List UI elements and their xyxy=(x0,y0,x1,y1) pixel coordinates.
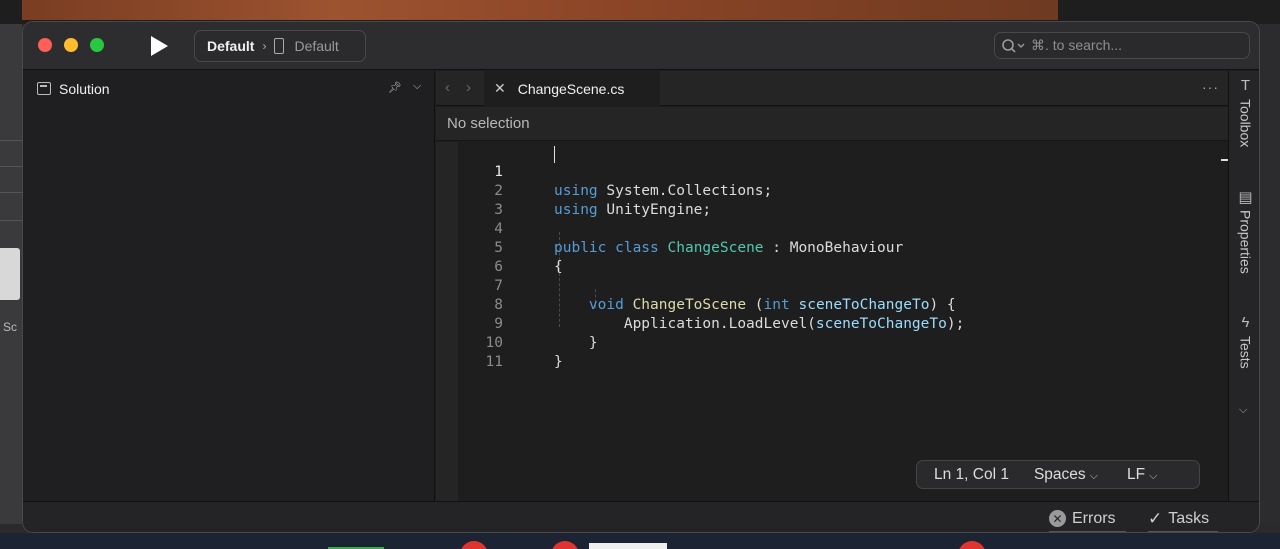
code-line: 10 } xyxy=(458,315,1228,370)
indentation-selector[interactable]: Spaces ⌵ xyxy=(1034,466,1098,484)
checkmark-icon: ✓ xyxy=(1148,508,1163,528)
dock xyxy=(0,533,1280,549)
tests-pad-tab[interactable]: ϟ Tests xyxy=(1229,314,1259,369)
tab-underline xyxy=(1049,531,1126,532)
properties-icon: ▤ xyxy=(1238,189,1253,206)
properties-pad-tab[interactable]: ▤ Properties xyxy=(1229,188,1259,274)
search-placeholder: ⌘. to search... xyxy=(1031,37,1123,53)
path-bar-text: No selection xyxy=(447,115,530,132)
code-line: 8 Application.LoadLevel(sceneToChangeTo)… xyxy=(458,277,1228,332)
background-window-right xyxy=(1260,24,1280,524)
error-icon: ✕ xyxy=(1049,510,1066,527)
code-line: 7 void ChangeToScene (int sceneToChangeT… xyxy=(458,258,1228,313)
code-line: 1 using System.Collections; xyxy=(458,144,1228,199)
navigate-back-icon[interactable]: ‹ xyxy=(445,79,450,96)
search-icon xyxy=(1002,38,1025,53)
solution-pad-header: Solution 📌︎ ⌵ xyxy=(23,71,434,106)
code-line: 11 xyxy=(458,334,1228,370)
background-panel xyxy=(0,248,20,300)
dock-app-icon[interactable] xyxy=(460,541,488,549)
zoom-window-button[interactable] xyxy=(90,38,104,52)
errors-pad-tab[interactable]: ✕ Errors xyxy=(1049,502,1126,532)
solution-icon xyxy=(37,82,51,95)
editor-tab-bar: ‹ › ✕ ChangeScene.cs ··· xyxy=(436,71,1228,106)
chevron-down-icon: ⌵ xyxy=(1089,469,1099,482)
code-line: 5 { xyxy=(458,220,1228,275)
titlebar: Default › Default ⌘. to search... xyxy=(23,22,1259,70)
close-window-button[interactable] xyxy=(38,38,52,52)
background-text-fragment: Sc xyxy=(3,320,18,334)
configuration-label: Default xyxy=(207,38,255,54)
tasks-pad-tab[interactable]: ✓ Tasks xyxy=(1148,502,1218,532)
editor-tab-changescene[interactable]: ✕ ChangeScene.cs xyxy=(484,71,660,106)
cursor-position[interactable]: Ln 1, Col 1 xyxy=(934,466,1009,484)
dock-app-icon[interactable] xyxy=(589,543,667,549)
tests-label: Tests xyxy=(1237,336,1254,369)
solution-pad-title: Solution xyxy=(59,80,110,97)
close-tab-icon[interactable]: ✕ xyxy=(494,80,506,97)
code-line: 2 using UnityEngine; xyxy=(458,163,1228,218)
line-number: 11 xyxy=(485,354,503,370)
chevron-right-icon: › xyxy=(262,39,267,53)
ide-window: Default › Default ⌘. to search... Soluti… xyxy=(22,21,1260,533)
editor-status-pill: Ln 1, Col 1 Spaces ⌵ LF ⌵ xyxy=(916,460,1200,489)
chevron-down-icon[interactable]: ⌵ xyxy=(1239,404,1247,417)
editor-gutter xyxy=(436,142,458,501)
dock-app-icon[interactable] xyxy=(958,541,986,549)
run-button[interactable] xyxy=(149,35,169,57)
code-line: 3 xyxy=(458,182,1228,218)
toolbox-label: Toolbox xyxy=(1237,99,1254,148)
tab-label: ChangeScene.cs xyxy=(517,80,625,97)
code-line: 9 } xyxy=(458,296,1228,351)
bottom-pad-bar: ✕ Errors ✓ Tasks xyxy=(23,501,1259,532)
tests-icon: ϟ xyxy=(1241,314,1250,331)
code-text-area[interactable]: 1 using System.Collections; 2 using Unit… xyxy=(458,142,1229,501)
chevron-down-icon[interactable]: ⌵ xyxy=(413,80,421,93)
tab-underline xyxy=(1148,531,1218,532)
play-icon xyxy=(151,36,168,56)
code-line: 6 xyxy=(458,239,1228,275)
path-bar[interactable]: No selection xyxy=(436,107,1228,141)
search-field[interactable]: ⌘. to search... xyxy=(994,32,1250,59)
minimize-window-button[interactable] xyxy=(64,38,78,52)
run-configuration-selector[interactable]: Default › Default xyxy=(194,30,366,62)
toolbox-icon: T xyxy=(1240,77,1251,94)
dock-app-icon[interactable] xyxy=(551,541,579,549)
desktop-wallpaper xyxy=(22,0,1058,20)
code-text: } xyxy=(554,354,563,370)
pin-icon[interactable]: 📌︎ xyxy=(388,81,402,94)
chevron-down-icon: ⌵ xyxy=(1149,469,1158,482)
device-icon xyxy=(274,38,285,54)
right-pad-dock: T Toolbox ▤ Properties ϟ Tests ⌵ xyxy=(1228,71,1259,501)
navigate-forward-icon[interactable]: › xyxy=(466,79,471,96)
properties-label: Properties xyxy=(1237,210,1254,274)
code-line: 4 public class ChangeScene : MonoBehavio… xyxy=(458,201,1228,256)
toolbox-pad-tab[interactable]: T Toolbox xyxy=(1229,77,1259,148)
code-editor: ‹ › ✕ ChangeScene.cs ··· No selection 1 … xyxy=(436,71,1229,501)
line-ending-selector[interactable]: LF ⌵ xyxy=(1127,466,1157,484)
line-ending-label: LF xyxy=(1127,465,1146,483)
tasks-label: Tasks xyxy=(1168,509,1210,527)
background-window-left: Sc xyxy=(0,24,22,524)
indentation-label: Spaces xyxy=(1033,465,1086,483)
device-label: Default xyxy=(294,38,339,54)
errors-label: Errors xyxy=(1072,509,1116,527)
more-options-icon[interactable]: ··· xyxy=(1202,79,1219,95)
solution-pad: Solution 📌︎ ⌵ xyxy=(23,71,435,501)
